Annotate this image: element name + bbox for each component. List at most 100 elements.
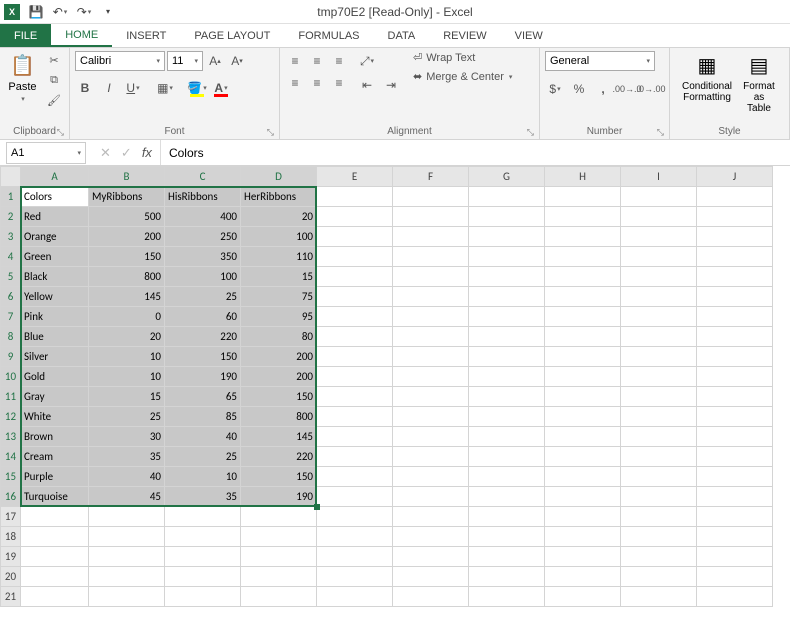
cancel-formula-icon[interactable]: ✕	[100, 145, 111, 161]
cell[interactable]	[621, 407, 697, 427]
cell[interactable]	[317, 407, 393, 427]
format-as-table-button[interactable]: ▤ Format as Table	[743, 51, 775, 114]
decrease-decimal-icon[interactable]: .0→.00	[641, 79, 661, 99]
cell[interactable]	[317, 527, 393, 547]
cell[interactable]: 145	[89, 287, 165, 307]
cell[interactable]	[697, 327, 773, 347]
cell[interactable]: 150	[241, 387, 317, 407]
cell[interactable]	[469, 527, 545, 547]
paste-button[interactable]: 📋 Paste ▾	[5, 51, 40, 103]
cell[interactable]	[697, 567, 773, 587]
cell[interactable]: 25	[165, 287, 241, 307]
cell[interactable]	[165, 547, 241, 567]
cell[interactable]: 190	[241, 487, 317, 507]
cell[interactable]	[317, 207, 393, 227]
column-header[interactable]: E	[317, 167, 393, 187]
cell[interactable]	[697, 547, 773, 567]
tab-file[interactable]: FILE	[0, 24, 51, 47]
cell[interactable]: 85	[165, 407, 241, 427]
cell[interactable]: Green	[21, 247, 89, 267]
cell[interactable]	[697, 347, 773, 367]
cell[interactable]: 190	[165, 367, 241, 387]
column-header[interactable]: C	[165, 167, 241, 187]
cell[interactable]	[697, 187, 773, 207]
cell[interactable]	[621, 247, 697, 267]
cell[interactable]	[241, 527, 317, 547]
tab-data[interactable]: DATA	[374, 24, 430, 47]
column-header[interactable]: F	[393, 167, 469, 187]
cell[interactable]	[697, 407, 773, 427]
cell[interactable]	[621, 367, 697, 387]
cell[interactable]	[621, 387, 697, 407]
cell[interactable]	[393, 407, 469, 427]
dialog-launcher-icon[interactable]: ⤡	[657, 127, 664, 138]
cell[interactable]	[21, 547, 89, 567]
cell[interactable]: 220	[165, 327, 241, 347]
cell[interactable]: 95	[241, 307, 317, 327]
tab-page-layout[interactable]: PAGE LAYOUT	[180, 24, 284, 47]
cell[interactable]: 20	[89, 327, 165, 347]
cell[interactable]: 65	[165, 387, 241, 407]
dialog-launcher-icon[interactable]: ⤡	[57, 127, 64, 138]
wrap-text-button[interactable]: ⏎Wrap Text	[413, 51, 512, 64]
dialog-launcher-icon[interactable]: ⤡	[527, 127, 534, 138]
cell[interactable]: Pink	[21, 307, 89, 327]
copy-icon[interactable]: ⧉	[44, 71, 64, 89]
cell[interactable]	[317, 587, 393, 607]
cell[interactable]	[545, 407, 621, 427]
cell[interactable]	[545, 307, 621, 327]
align-bottom-icon[interactable]: ≡	[329, 51, 349, 71]
cell[interactable]	[165, 587, 241, 607]
worksheet-grid[interactable]: ABCDEFGHIJ1ColorsMyRibbonsHisRibbonsHerR…	[0, 166, 790, 607]
cell[interactable]	[393, 447, 469, 467]
cell[interactable]	[469, 407, 545, 427]
border-button[interactable]: ▦▾	[155, 78, 175, 98]
cell[interactable]: Turquoise	[21, 487, 89, 507]
cell[interactable]: White	[21, 407, 89, 427]
cell[interactable]	[241, 587, 317, 607]
qat-customize-icon[interactable]: ▾	[100, 4, 116, 20]
cell[interactable]	[621, 547, 697, 567]
cell[interactable]: Purple	[21, 467, 89, 487]
cell[interactable]	[545, 387, 621, 407]
enter-formula-icon[interactable]: ✓	[121, 145, 132, 161]
cell[interactable]	[21, 507, 89, 527]
cell[interactable]	[469, 507, 545, 527]
format-painter-icon[interactable]: 🖌	[44, 91, 64, 109]
cell[interactable]	[21, 587, 89, 607]
cell[interactable]	[393, 487, 469, 507]
row-header[interactable]: 18	[1, 527, 21, 547]
cell[interactable]	[89, 507, 165, 527]
cell[interactable]	[317, 547, 393, 567]
fx-icon[interactable]: fx	[142, 145, 152, 161]
cell[interactable]	[697, 447, 773, 467]
cell[interactable]	[545, 447, 621, 467]
cell[interactable]: 200	[241, 347, 317, 367]
cell[interactable]	[393, 207, 469, 227]
merge-center-button[interactable]: ⬌Merge & Center▾	[413, 70, 512, 83]
cell[interactable]	[545, 207, 621, 227]
column-header[interactable]: H	[545, 167, 621, 187]
cell[interactable]	[621, 187, 697, 207]
tab-review[interactable]: REVIEW	[429, 24, 500, 47]
cell[interactable]	[545, 507, 621, 527]
cell[interactable]: 35	[89, 447, 165, 467]
column-header[interactable]: B	[89, 167, 165, 187]
cell[interactable]: 100	[165, 267, 241, 287]
cell[interactable]: 40	[165, 427, 241, 447]
column-header[interactable]: G	[469, 167, 545, 187]
cell[interactable]: 150	[165, 347, 241, 367]
cell[interactable]	[469, 467, 545, 487]
cell[interactable]	[469, 287, 545, 307]
cell[interactable]: 220	[241, 447, 317, 467]
cell[interactable]	[469, 427, 545, 447]
row-header[interactable]: 7	[1, 307, 21, 327]
cell[interactable]	[545, 267, 621, 287]
cell[interactable]	[393, 227, 469, 247]
cell[interactable]	[469, 387, 545, 407]
cell[interactable]	[697, 427, 773, 447]
cell[interactable]	[393, 387, 469, 407]
cell[interactable]	[317, 387, 393, 407]
decrease-indent-icon[interactable]: ⇤	[357, 75, 377, 95]
cell[interactable]	[621, 307, 697, 327]
